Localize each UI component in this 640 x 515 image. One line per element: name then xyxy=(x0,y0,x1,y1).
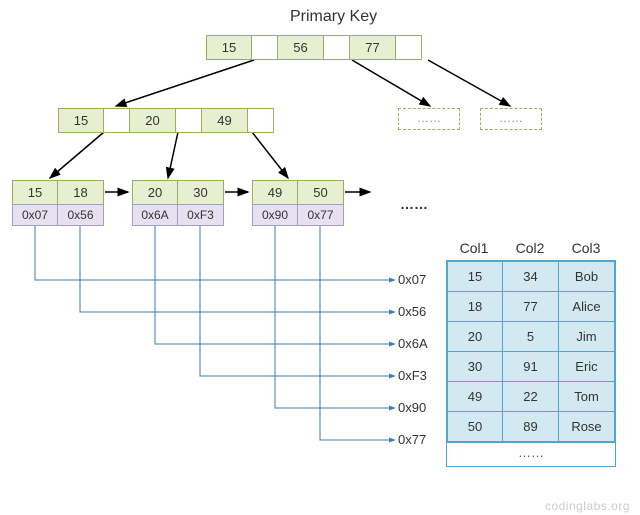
column-header: Col2 xyxy=(502,240,558,260)
leaf-key: 49 xyxy=(252,180,298,205)
table-cell: 89 xyxy=(503,412,559,442)
internal-ptr xyxy=(104,108,130,133)
leaf-addr: 0x90 xyxy=(252,204,298,226)
internal-ptr xyxy=(176,108,202,133)
ghost-node: …… xyxy=(398,108,460,130)
table-cell: 22 xyxy=(503,382,559,412)
internal-key: 20 xyxy=(130,108,176,133)
root-ptr xyxy=(324,35,350,60)
root-key: 77 xyxy=(350,35,396,60)
table-cell: 77 xyxy=(503,292,559,322)
leaf-key: 50 xyxy=(298,180,344,205)
ghost-node: …… xyxy=(480,108,542,130)
table-header: Col1 Col2 Col3 xyxy=(446,240,616,260)
table-cell: Bob xyxy=(559,261,615,292)
internal-ptr xyxy=(248,108,274,133)
pointer-label: 0xF3 xyxy=(398,368,427,383)
table-ellipsis: …… xyxy=(446,443,616,467)
column-header: Col1 xyxy=(446,240,502,260)
column-header: Col3 xyxy=(558,240,614,260)
diagram-title: Primary Key xyxy=(290,8,377,26)
table-cell: 18 xyxy=(447,292,503,322)
leaf-addr: 0x77 xyxy=(298,204,344,226)
table-cell: 15 xyxy=(447,261,503,292)
pointer-label: 0x77 xyxy=(398,432,426,447)
leaf-key: 18 xyxy=(58,180,104,205)
table-cell: 34 xyxy=(503,261,559,292)
leaf-key: 15 xyxy=(12,180,58,205)
leaf-addr: 0x6A xyxy=(132,204,178,226)
leaf-key: 30 xyxy=(178,180,224,205)
leaf-ellipsis: …… xyxy=(400,196,428,212)
pointer-label: 0x90 xyxy=(398,400,426,415)
root-ptr xyxy=(252,35,278,60)
table-cell: Jim xyxy=(559,322,615,352)
table-cell: 49 xyxy=(447,382,503,412)
table-cell: 20 xyxy=(447,322,503,352)
table-cell: Eric xyxy=(559,352,615,382)
table-row: 49 22 Tom xyxy=(447,382,615,412)
table-row: 30 91 Eric xyxy=(447,352,615,382)
table-cell: 5 xyxy=(503,322,559,352)
table-cell: Tom xyxy=(559,382,615,412)
internal-node: 15 20 49 xyxy=(58,108,274,133)
pointer-label: 0x56 xyxy=(398,304,426,319)
table-row: 18 77 Alice xyxy=(447,292,615,322)
leaf-addr: 0x07 xyxy=(12,204,58,226)
table-cell: 91 xyxy=(503,352,559,382)
watermark: codinglabs.org xyxy=(545,499,630,513)
internal-key: 49 xyxy=(202,108,248,133)
internal-key: 15 xyxy=(58,108,104,133)
leaf-node: 49 50 0x90 0x77 xyxy=(252,180,344,226)
table-cell: Rose xyxy=(559,412,615,442)
table-body: 15 34 Bob 18 77 Alice 20 5 Jim 30 91 Eri… xyxy=(446,260,616,443)
pointer-label: 0x6A xyxy=(398,336,428,351)
table-cell: 30 xyxy=(447,352,503,382)
root-ptr xyxy=(396,35,422,60)
leaf-addr: 0x56 xyxy=(58,204,104,226)
table-cell: 50 xyxy=(447,412,503,442)
root-node: 15 56 77 xyxy=(206,35,422,60)
leaf-node: 15 18 0x07 0x56 xyxy=(12,180,104,226)
leaf-node: 20 30 0x6A 0xF3 xyxy=(132,180,224,226)
table-row: 50 89 Rose xyxy=(447,412,615,442)
root-key: 56 xyxy=(278,35,324,60)
table-row: 15 34 Bob xyxy=(447,261,615,292)
data-table: Col1 Col2 Col3 15 34 Bob 18 77 Alice 20 … xyxy=(446,240,616,467)
pointer-label: 0x07 xyxy=(398,272,426,287)
table-cell: Alice xyxy=(559,292,615,322)
leaf-addr: 0xF3 xyxy=(178,204,224,226)
table-row: 20 5 Jim xyxy=(447,322,615,352)
leaf-key: 20 xyxy=(132,180,178,205)
root-key: 15 xyxy=(206,35,252,60)
